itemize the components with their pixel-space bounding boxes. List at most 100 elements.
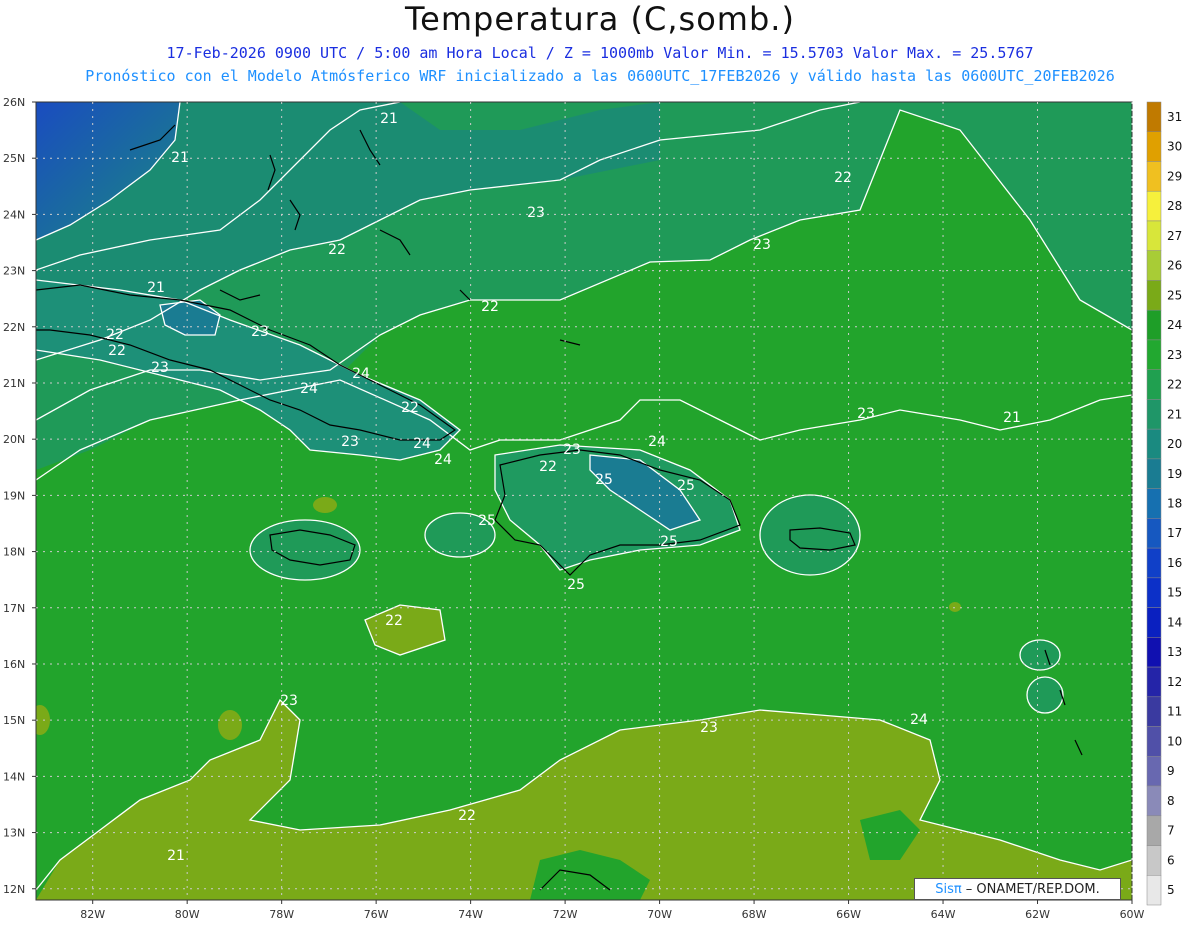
warm-blob-3 <box>949 602 961 612</box>
lon-tick-label: 82W <box>80 908 105 921</box>
colorbar-swatch <box>1146 785 1162 817</box>
contour-value-label: 23 <box>700 720 718 736</box>
contour-value-label: 22 <box>106 327 124 343</box>
warm-blob-2 <box>218 710 242 740</box>
contour-value-label: 21 <box>1003 410 1021 426</box>
colorbar-swatch <box>1146 339 1162 370</box>
contour-value-label: 23 <box>251 324 269 340</box>
colorbar-label: 26 <box>1167 259 1182 273</box>
colorbar-label: 8 <box>1167 794 1175 808</box>
contour-value-label: 21 <box>147 280 165 296</box>
colorbar-label: 17 <box>1167 526 1182 540</box>
colorbar-label: 22 <box>1167 378 1182 392</box>
colorbar-swatch <box>1146 756 1162 787</box>
colorbar-label: 28 <box>1167 199 1182 213</box>
contour-value-label: 22 <box>385 613 403 629</box>
lat-tick-label: 19N <box>3 489 25 502</box>
lat-tick-label: 23N <box>3 265 25 278</box>
contour-value-label: 21 <box>171 150 189 166</box>
colorbar-label: 19 <box>1167 467 1182 481</box>
lat-tick-label: 12N <box>3 883 25 896</box>
contour-value-label: 25 <box>567 577 585 593</box>
credit-box: Sisπ – ONAMET/REP.DOM. <box>914 878 1121 900</box>
colorbar-swatch <box>1146 726 1162 757</box>
contour-value-label: 23 <box>857 406 875 422</box>
colorbar-swatch <box>1146 250 1162 281</box>
colorbar-swatch <box>1146 696 1162 727</box>
contour-value-label: 25 <box>595 472 613 488</box>
contour-value-label: 22 <box>458 808 476 824</box>
lon-tick-label: 80W <box>175 908 200 921</box>
colorbar-swatch <box>1146 369 1162 400</box>
colorbar-label: 10 <box>1167 734 1182 748</box>
contour-value-label: 22 <box>108 343 126 359</box>
contour-value-label: 24 <box>648 434 666 450</box>
contour-value-label: 24 <box>910 712 928 728</box>
contour-value-label: 22 <box>328 242 346 258</box>
latitude-labels: 26N 25N 24N 23N 22N 21N 20N 19N 18N 17N 16N 15N 14N 1… <box>3 96 36 896</box>
contour-value-label: 21 <box>380 111 398 127</box>
credit-text: – ONAMET/REP.DOM. <box>965 881 1100 897</box>
lon-tick-label: 74W <box>458 908 483 921</box>
lat-tick-label: 16N <box>3 658 25 671</box>
colorbar-swatch <box>1146 428 1162 460</box>
map-canvas: 26N 25N 24N 23N 22N 21N 20N 19N 18N 17N 16N 15N 14N 1… <box>3 96 1182 921</box>
colorbar: 31 30 29 28 27 26 25 24 23 22 21 20 19 18 17 16 15 14 13 12… <box>1146 101 1182 906</box>
colorbar-label: 31 <box>1167 110 1182 124</box>
colorbar-swatch <box>1146 101 1162 132</box>
colorbar-swatch <box>1146 577 1162 608</box>
colorbar-swatch <box>1146 131 1162 162</box>
colorbar-swatch <box>1146 547 1162 579</box>
colorbar-swatch <box>1146 845 1162 876</box>
contour-value-label: 23 <box>527 205 545 221</box>
contour-value-label: 24 <box>413 436 431 452</box>
lat-tick-label: 21N <box>3 377 25 390</box>
contour-value-label: 22 <box>539 459 557 475</box>
contour-value-label: 22 <box>401 400 419 416</box>
contour-value-label: 24 <box>300 381 318 397</box>
colorbar-label: 7 <box>1167 824 1175 838</box>
colorbar-label: 14 <box>1167 615 1182 629</box>
contour-value-label: 25 <box>677 478 695 494</box>
contour-value-label: 23 <box>151 360 169 376</box>
colorbar-label: 30 <box>1167 140 1182 154</box>
warm-blob-1 <box>313 497 337 513</box>
colorbar-swatch <box>1146 815 1162 846</box>
contour-value-label: 23 <box>753 237 771 253</box>
lon-tick-label: 72W <box>553 908 578 921</box>
lon-tick-label: 76W <box>364 908 389 921</box>
colorbar-label: 29 <box>1167 169 1182 183</box>
colorbar-label: 20 <box>1167 437 1182 451</box>
lat-tick-label: 22N <box>3 321 25 334</box>
colorbar-swatch <box>1146 518 1162 549</box>
colorbar-swatch <box>1146 190 1162 222</box>
contour-value-label: 22 <box>481 299 499 315</box>
colorbar-label: 24 <box>1167 318 1182 332</box>
colorbar-swatch <box>1146 220 1162 251</box>
colorbar-label: 16 <box>1167 556 1182 570</box>
colorbar-label: 9 <box>1167 764 1175 778</box>
lon-tick-label: 78W <box>269 908 294 921</box>
colorbar-swatch <box>1146 666 1162 698</box>
lon-tick-label: 68W <box>742 908 767 921</box>
lat-tick-label: 26N <box>3 96 25 109</box>
colorbar-label: 6 <box>1167 853 1175 867</box>
lat-tick-label: 18N <box>3 546 25 559</box>
colorbar-swatch <box>1146 607 1162 638</box>
longitude-labels: 82W 80W 78W 76W 74W 72W 70W 68W 66W 64W 62W 60W <box>80 900 1145 921</box>
lon-tick-label: 60W <box>1120 908 1145 921</box>
contour-value-label: 23 <box>280 693 298 709</box>
lon-tick-label: 70W <box>647 908 672 921</box>
colorbar-swatch <box>1146 637 1162 668</box>
colorbar-swatch <box>1146 458 1162 489</box>
contour-value-label: 25 <box>478 513 496 529</box>
colorbar-label: 11 <box>1167 705 1182 719</box>
colorbar-swatch <box>1146 875 1162 906</box>
colorbar-label: 12 <box>1167 675 1182 689</box>
lat-tick-label: 20N <box>3 433 25 446</box>
contour-value-label: 24 <box>434 452 452 468</box>
contour-value-label: 21 <box>167 848 185 864</box>
contour-value-label: 23 <box>563 442 581 458</box>
lat-tick-label: 14N <box>3 770 25 783</box>
colorbar-swatch <box>1146 309 1162 341</box>
